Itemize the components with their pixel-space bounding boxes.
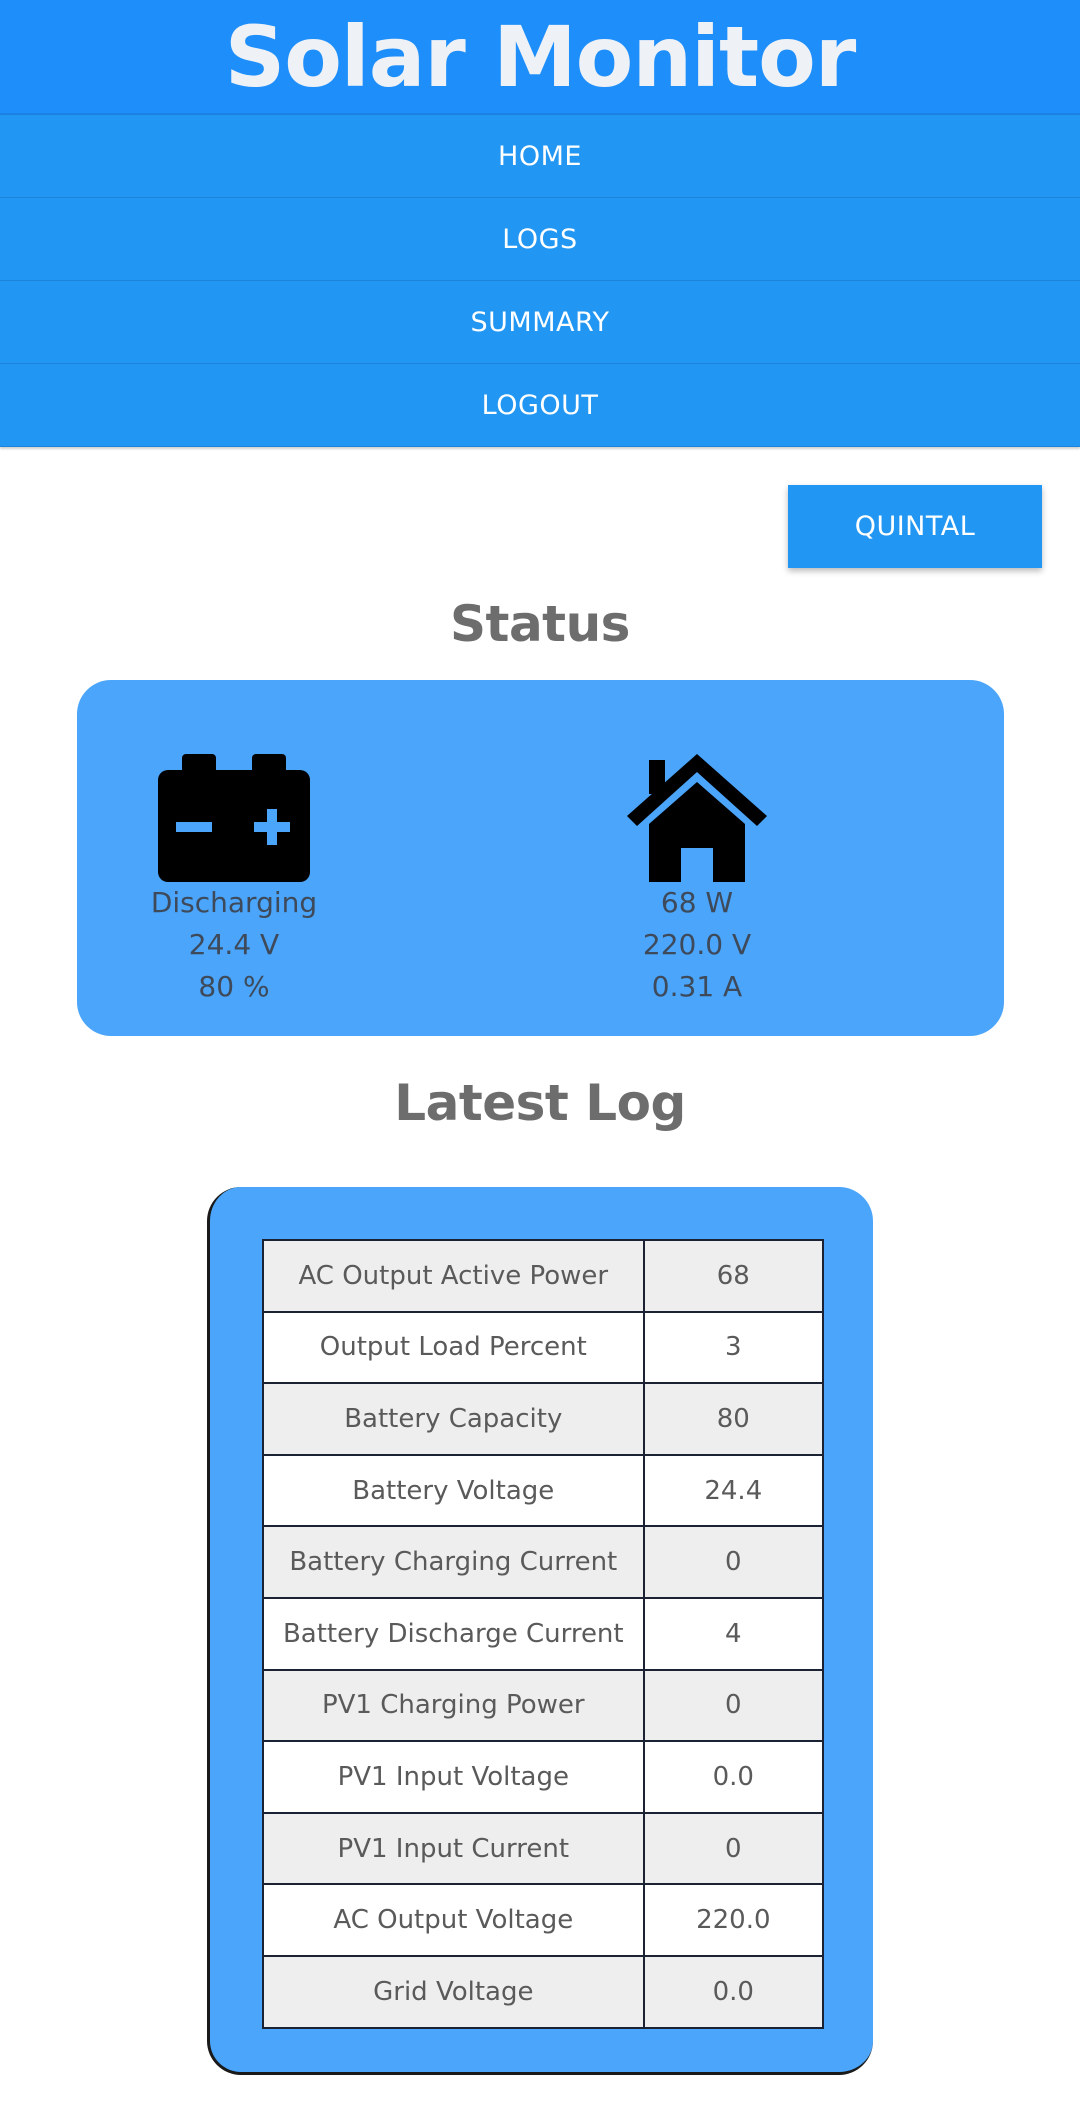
table-row: Output Load Percent 3 bbox=[262, 1310, 825, 1385]
main-nav: HOME LOGS SUMMARY LOGOUT bbox=[0, 115, 1080, 447]
nav-label: HOME bbox=[498, 140, 582, 172]
status-card: Discharging 24.4 V 80 % 68 W 220.0 V 0.3… bbox=[77, 680, 1004, 1036]
log-label: AC Output Active Power bbox=[262, 1239, 645, 1313]
battery-status: Discharging 24.4 V 80 % bbox=[84, 754, 384, 1008]
latest-log-table: AC Output Active Power 68 Output Load Pe… bbox=[262, 1239, 825, 2029]
nav-label: LOGOUT bbox=[481, 389, 599, 421]
battery-icon bbox=[84, 754, 384, 882]
log-value: 3 bbox=[642, 1310, 825, 1385]
nav-label: SUMMARY bbox=[470, 306, 610, 338]
nav-logout[interactable]: LOGOUT bbox=[0, 364, 1080, 447]
home-current: 0.31 A bbox=[651, 970, 743, 1003]
status-title: Status bbox=[450, 595, 630, 653]
table-row: PV1 Charging Power 0 bbox=[262, 1668, 825, 1743]
log-label: Battery Voltage bbox=[262, 1453, 645, 1528]
table-row: Grid Voltage 0.0 bbox=[262, 1954, 825, 2029]
log-value: 0 bbox=[642, 1668, 825, 1743]
battery-state: Discharging bbox=[150, 886, 318, 919]
log-label: Grid Voltage bbox=[262, 1954, 645, 2029]
log-value: 68 bbox=[642, 1239, 825, 1313]
app-title: Solar Monitor bbox=[224, 7, 857, 106]
home-status: 68 W 220.0 V 0.31 A bbox=[547, 754, 847, 1008]
nav-logs[interactable]: LOGS bbox=[0, 198, 1080, 281]
home-voltage: 220.0 V bbox=[642, 928, 752, 961]
log-label: PV1 Input Voltage bbox=[262, 1740, 645, 1814]
table-row: Battery Voltage 24.4 bbox=[262, 1453, 825, 1528]
location-button-label: QUINTAL bbox=[854, 511, 976, 542]
house-icon bbox=[547, 754, 847, 882]
log-value: 80 bbox=[642, 1382, 825, 1456]
log-label: Battery Charging Current bbox=[262, 1525, 645, 1599]
battery-voltage: 24.4 V bbox=[188, 928, 280, 961]
location-button[interactable]: QUINTAL bbox=[788, 485, 1042, 568]
location-row: QUINTAL bbox=[0, 447, 1080, 568]
log-label: AC Output Voltage bbox=[262, 1883, 645, 1957]
log-value: 4 bbox=[642, 1596, 825, 1671]
log-value: 220.0 bbox=[642, 1883, 825, 1957]
table-row: AC Output Active Power 68 bbox=[262, 1239, 825, 1313]
log-value: 0 bbox=[642, 1811, 825, 1886]
log-label: PV1 Charging Power bbox=[262, 1668, 645, 1743]
log-label: Battery Discharge Current bbox=[262, 1596, 645, 1671]
table-row: AC Output Voltage 220.0 bbox=[262, 1883, 825, 1957]
latest-log-title: Latest Log bbox=[394, 1074, 686, 1132]
table-row: PV1 Input Current 0 bbox=[262, 1811, 825, 1886]
home-power: 68 W bbox=[660, 886, 734, 919]
nav-label: LOGS bbox=[502, 223, 578, 255]
log-label: Battery Capacity bbox=[262, 1382, 645, 1456]
table-row: PV1 Input Voltage 0.0 bbox=[262, 1740, 825, 1814]
nav-home[interactable]: HOME bbox=[0, 115, 1080, 198]
log-label: PV1 Input Current bbox=[262, 1811, 645, 1886]
battery-percent: 80 % bbox=[198, 970, 270, 1003]
latest-log-card: AC Output Active Power 68 Output Load Pe… bbox=[207, 1187, 873, 2075]
log-value: 24.4 bbox=[642, 1453, 825, 1528]
table-row: Battery Capacity 80 bbox=[262, 1382, 825, 1456]
table-row: Battery Discharge Current 4 bbox=[262, 1596, 825, 1671]
log-value: 0.0 bbox=[642, 1954, 825, 2029]
log-value: 0.0 bbox=[642, 1740, 825, 1814]
app-header: Solar Monitor bbox=[0, 0, 1080, 115]
log-value: 0 bbox=[642, 1525, 825, 1599]
log-label: Output Load Percent bbox=[262, 1310, 645, 1385]
table-row: Battery Charging Current 0 bbox=[262, 1525, 825, 1599]
nav-summary[interactable]: SUMMARY bbox=[0, 281, 1080, 364]
